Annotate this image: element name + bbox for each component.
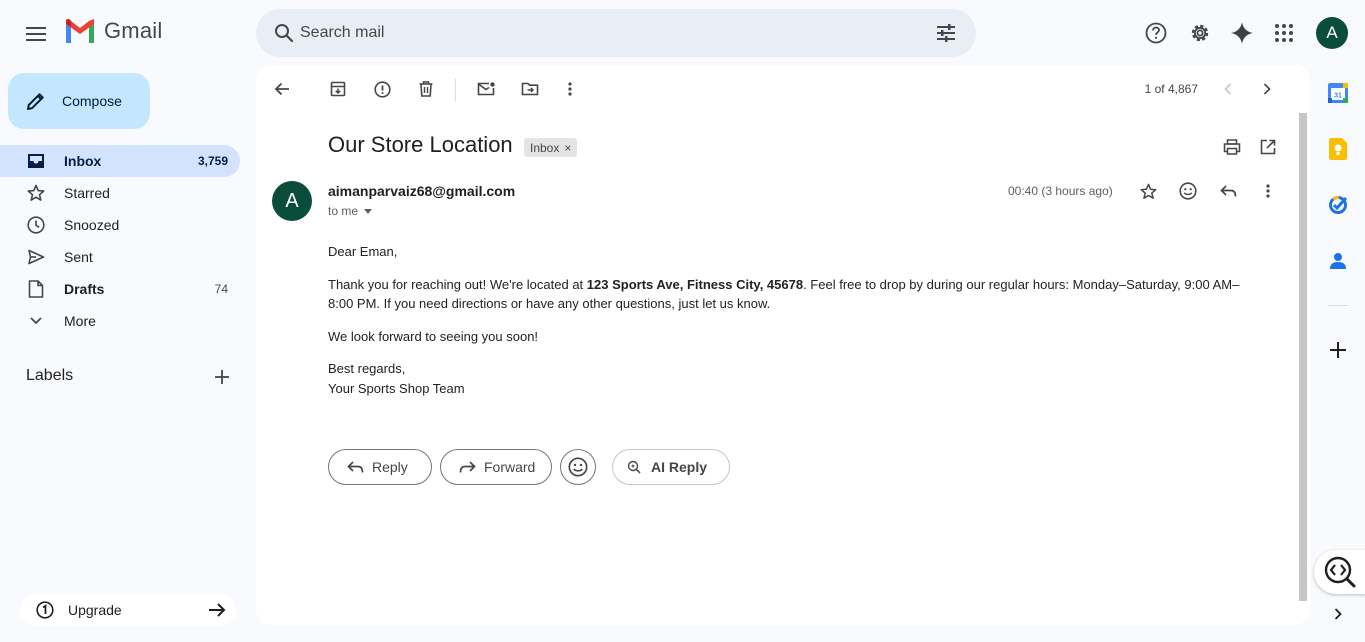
sender-email[interactable]: aimanparvaiz68@gmail.com — [328, 183, 515, 199]
compose-button[interactable]: Compose — [8, 73, 150, 129]
keep-icon[interactable] — [1324, 135, 1352, 163]
back-arrow-icon[interactable] — [266, 73, 298, 105]
sender-avatar[interactable]: A — [272, 181, 312, 221]
sidebar-item-snoozed[interactable]: Snoozed — [0, 209, 240, 241]
more-vert-icon[interactable] — [1252, 175, 1284, 207]
forward-icon — [459, 460, 476, 473]
email-subject: Our Store Location — [328, 132, 513, 157]
get-addons-plus-icon[interactable] — [1324, 336, 1352, 364]
recipient-text: to me — [328, 204, 359, 218]
forward-button[interactable]: Forward — [440, 449, 552, 485]
sidebar-item-drafts[interactable]: Drafts 74 — [0, 273, 240, 305]
email-signoff: Best regards, Your Sports Shop Team — [328, 361, 465, 396]
sidebar-item-label: Snoozed — [64, 217, 120, 233]
search-input[interactable] — [300, 9, 900, 57]
send-icon — [26, 247, 46, 267]
email-paragraph: Thank you for reaching out! We're locate… — [328, 276, 1240, 312]
store-address: 123 Sports Ave, Fitness City, 45678 — [586, 276, 804, 292]
sidebar-item-label: Drafts — [64, 281, 105, 297]
open-new-window-icon[interactable] — [1252, 131, 1284, 163]
label-chip-text: Inbox — [530, 140, 560, 155]
sidebar-item-starred[interactable]: Starred — [0, 177, 240, 209]
contacts-icon[interactable] — [1324, 247, 1352, 275]
reply-icon — [347, 460, 364, 473]
email-greeting: Dear Eman, — [328, 244, 398, 259]
older-chevron-right-icon[interactable] — [1251, 73, 1283, 105]
star-icon[interactable] — [1132, 175, 1164, 207]
sidebar-item-inbox[interactable]: Inbox 3,759 — [0, 145, 240, 177]
labels-heading: Labels — [26, 367, 74, 384]
sidebar-item-more[interactable]: More — [0, 305, 240, 337]
caret-down-icon — [364, 208, 373, 214]
reply-label: Reply — [372, 459, 408, 475]
pagination-text: 1 of 4,867 — [1144, 82, 1198, 96]
toolbar-divider — [455, 79, 456, 101]
gmail-logo[interactable]: Gmail — [64, 18, 162, 44]
scrollbar[interactable] — [1299, 113, 1307, 601]
draft-count: 74 — [214, 282, 228, 296]
apps-grid-icon[interactable] — [1264, 13, 1304, 53]
upgrade-icon — [36, 601, 54, 619]
email-timestamp: 00:40 (3 hours ago) — [1008, 184, 1113, 198]
rail-divider — [1328, 305, 1348, 306]
calendar-icon[interactable]: 31 — [1324, 79, 1352, 107]
sidebar-item-label: More — [64, 313, 96, 329]
newer-chevron-left-icon[interactable] — [1212, 73, 1244, 105]
report-spam-icon[interactable] — [366, 73, 398, 105]
ai-search-icon — [627, 460, 641, 474]
gmail-wordmark: Gmail — [104, 18, 163, 43]
gemini-sparkle-icon[interactable] — [1222, 13, 1262, 53]
trash-icon[interactable] — [410, 73, 442, 105]
emoji-reaction-icon[interactable] — [1172, 175, 1204, 207]
draft-icon — [26, 279, 46, 299]
arrow-right-icon — [209, 603, 226, 617]
forward-label: Forward — [484, 459, 536, 475]
pencil-icon — [27, 93, 44, 110]
upgrade-button[interactable]: Upgrade — [20, 594, 236, 626]
print-icon[interactable] — [1216, 131, 1248, 163]
sidebar-item-label: Sent — [64, 249, 93, 265]
tasks-icon[interactable] — [1324, 191, 1352, 219]
more-vert-icon[interactable] — [554, 73, 586, 105]
move-to-folder-icon[interactable] — [514, 73, 546, 105]
reply-icon[interactable] — [1212, 175, 1244, 207]
emoji-react-button[interactable] — [560, 449, 596, 485]
help-icon[interactable] — [1136, 13, 1176, 53]
gear-icon[interactable] — [1180, 13, 1220, 53]
svg-text:31: 31 — [1334, 93, 1342, 100]
sidebar-item-label: Inbox — [64, 153, 102, 169]
add-label-icon[interactable] — [206, 363, 238, 391]
search-icon[interactable] — [268, 17, 300, 49]
archive-icon[interactable] — [322, 73, 354, 105]
email-paragraph: We look forward to seeing you soon! — [328, 328, 539, 344]
emoji-icon — [568, 457, 588, 477]
search-bar[interactable] — [256, 9, 976, 57]
sidebar-item-label: Starred — [64, 185, 110, 201]
recipient-details[interactable]: to me — [328, 204, 373, 218]
hamburger-icon — [26, 27, 46, 41]
search-options-icon[interactable] — [930, 17, 962, 49]
sidebar-item-sent[interactable]: Sent — [0, 241, 240, 273]
code-search-icon[interactable] — [1314, 550, 1365, 594]
star-icon — [26, 183, 46, 203]
inbox-icon — [26, 151, 46, 171]
inbox-label-chip[interactable]: Inbox × — [524, 138, 578, 157]
remove-label-icon[interactable]: × — [564, 141, 571, 155]
compose-label: Compose — [62, 93, 122, 109]
ai-reply-button[interactable]: AI Reply — [612, 449, 730, 485]
reply-button[interactable]: Reply — [328, 449, 432, 485]
clock-icon — [26, 215, 46, 235]
upgrade-label: Upgrade — [68, 602, 122, 618]
chevron-down-icon — [26, 311, 46, 331]
account-avatar[interactable]: A — [1316, 17, 1348, 49]
gmail-m-icon — [66, 19, 94, 43]
email-body: Dear Eman, Thank you for reaching out! W… — [328, 242, 1248, 411]
main-menu-button[interactable] — [16, 14, 56, 54]
unread-count: 3,759 — [197, 154, 228, 168]
ai-reply-label: AI Reply — [651, 459, 708, 475]
message-view: 1 of 4,867 Our Store Location Inbox × A … — [256, 65, 1310, 625]
mark-unread-icon[interactable] — [470, 73, 502, 105]
chevron-right-icon[interactable] — [1324, 600, 1352, 628]
